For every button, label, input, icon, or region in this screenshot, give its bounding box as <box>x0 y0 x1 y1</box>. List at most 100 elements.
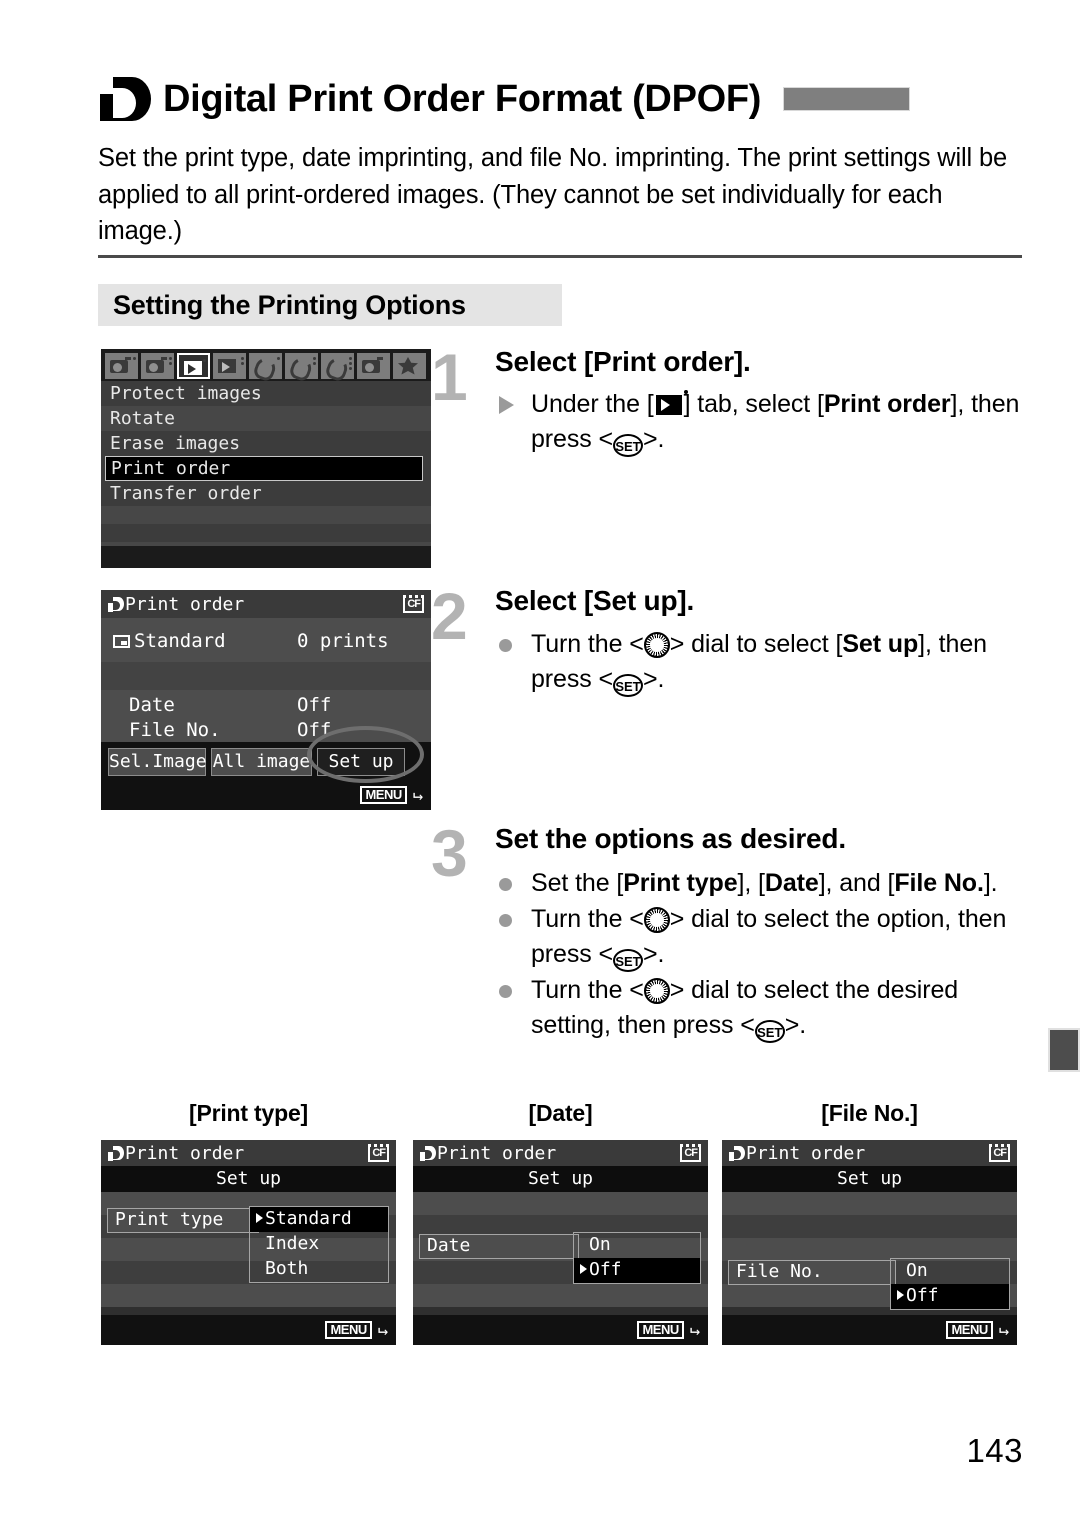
menu-item-list: Protect images Rotate Erase images Print or… <box>101 381 431 568</box>
body-text: ], [ <box>737 869 765 897</box>
menu-item-rotate[interactable]: Rotate <box>101 406 431 431</box>
wrench-icon <box>251 355 279 383</box>
back-arrow-icon: ↵ <box>377 1319 388 1340</box>
step-bullet: Turn the < > dial to select [Set up], the… <box>495 627 1020 697</box>
print-order-glyph-icon <box>97 75 153 123</box>
setup-option-on[interactable]: On <box>574 1233 700 1258</box>
section-heading: Setting the Printing Options <box>98 284 562 326</box>
print-order-body: Standard 0 prints Date Off File No. Off … <box>101 618 431 780</box>
tab-dots-icon <box>241 357 244 367</box>
menu-item-protect-images[interactable]: Protect images <box>101 381 431 406</box>
setup-option-label: Both <box>265 1258 309 1279</box>
my-menu-tab[interactable] <box>393 353 426 379</box>
date-row-value: Off <box>297 694 332 716</box>
menu-item-erase-images[interactable]: Erase images <box>101 431 431 456</box>
step-3-body: Set the [Print type], [Date], and [File … <box>495 866 1020 1044</box>
setup-row-band <box>722 1192 1017 1215</box>
dot-bullet-icon <box>499 914 512 927</box>
setup-1-tab[interactable] <box>249 353 282 383</box>
setup-option-label: Index <box>265 1233 320 1254</box>
print-order-glyph-icon <box>108 1145 124 1161</box>
body-text: Turn the < <box>531 630 644 658</box>
step-2-body: Turn the < > dial to select [Set up], the… <box>495 627 1020 698</box>
playback-2-tab[interactable] <box>213 353 246 379</box>
cf-card-icon: CF <box>368 1144 389 1162</box>
body-text: >. <box>642 665 665 693</box>
file-no-setup-screenshot: Print order CF Set up File No. On Off MENU ↵ <box>722 1140 1017 1345</box>
setup-row-band <box>722 1215 1017 1238</box>
setup-subtitle: Set up <box>101 1166 396 1192</box>
setup-option-both[interactable]: Both <box>250 1257 388 1282</box>
step-1-heading: Select [Print order]. <box>495 346 751 377</box>
shooting-1-tab[interactable] <box>105 353 138 379</box>
tab-dots-icon <box>203 359 206 364</box>
emphasized-text: Print type <box>623 869 738 897</box>
setup-selected-option-label[interactable]: Print type <box>107 1208 259 1233</box>
body-text: >. <box>642 940 665 968</box>
menu-item-transfer-order[interactable]: Transfer order <box>101 481 431 506</box>
setup-option-label: Off <box>589 1259 622 1280</box>
step-2-number: 2 <box>431 579 468 653</box>
body-text: ]. <box>983 869 998 897</box>
selection-pointer-icon <box>256 1213 263 1223</box>
tab-dots-icon <box>313 357 316 367</box>
set-button-icon: SET <box>754 1020 785 1043</box>
wrench-icon <box>287 355 315 383</box>
setup-option-on[interactable]: On <box>891 1259 1009 1284</box>
print-order-menu-bar: MENU ↵ <box>101 780 431 810</box>
setup-title-bar: Print order CF <box>101 1140 396 1166</box>
playback-1-tab[interactable] <box>177 353 210 379</box>
playback-tab-icon <box>655 390 688 415</box>
horizontal-divider <box>98 255 1022 258</box>
cf-card-icon: CF <box>989 1144 1010 1162</box>
page-header: Digital Print Order Format (DPOF) <box>97 68 1022 130</box>
menu-item-label: Protect images <box>110 383 262 404</box>
setup-3-tab[interactable] <box>321 353 354 383</box>
print-order-title: Print order <box>125 593 245 615</box>
set-button-icon: SET <box>612 434 643 457</box>
back-arrow-icon: ↵ <box>412 784 423 805</box>
all-image-button[interactable]: All image <box>211 748 312 776</box>
intro-paragraph: Set the print type, date imprinting, and… <box>98 144 1008 245</box>
body-text: ] tab, select [ <box>683 390 824 418</box>
camera-menu-screenshot: Protect images Rotate Erase images Print or… <box>101 349 431 568</box>
chapter-edge-tab <box>1048 1028 1080 1072</box>
menu-button-badge[interactable]: MENU <box>637 1321 684 1339</box>
setup-title: Print order <box>746 1142 866 1164</box>
print-order-glyph-icon <box>729 1145 745 1161</box>
setup-subtitle: Set up <box>722 1166 1017 1192</box>
menu-button-badge[interactable]: MENU <box>360 786 407 804</box>
body-text: Turn the < <box>531 905 644 933</box>
print-type-caption: [Print type] <box>189 1100 308 1126</box>
shooting-2-tab[interactable] <box>141 353 174 379</box>
setup-selected-option-label[interactable]: Date <box>419 1234 579 1259</box>
sel-image-button[interactable]: Sel.Image <box>108 748 207 776</box>
step-1-number: 1 <box>431 340 468 414</box>
emphasized-text: Set up <box>842 630 919 658</box>
setup-option-off[interactable]: Off <box>891 1284 1009 1309</box>
quick-control-dial-icon <box>643 978 670 1004</box>
custom-functions-tab[interactable] <box>357 353 390 379</box>
body-text: > dial to select [ <box>669 630 843 658</box>
star-icon <box>398 357 418 375</box>
quick-control-dial-icon <box>643 907 670 933</box>
dot-bullet-icon <box>499 878 512 891</box>
menu-button-badge[interactable]: MENU <box>325 1321 372 1339</box>
setup-menu-bar: MENU ↵ <box>101 1315 396 1345</box>
menu-item-print-order[interactable]: Print order <box>105 456 423 481</box>
setup-option-off[interactable]: Off <box>574 1258 700 1283</box>
page-title: Digital Print Order Format (DPOF) <box>163 78 762 120</box>
setup-2-tab[interactable] <box>285 353 318 383</box>
setup-option-index[interactable]: Index <box>250 1232 388 1257</box>
emphasized-text: Print order <box>823 390 951 418</box>
menu-button-badge[interactable]: MENU <box>946 1321 993 1339</box>
setup-option-standard[interactable]: Standard <box>250 1207 388 1232</box>
step-3-heading: Set the options as desired. <box>495 823 846 854</box>
spacer-band <box>101 662 431 690</box>
section-heading-label: Setting the Printing Options <box>113 289 466 320</box>
standard-row-value: 0 prints <box>297 630 389 652</box>
body-text: Turn the < <box>531 976 644 1004</box>
setup-option-label: On <box>589 1234 611 1255</box>
setup-selected-option-label[interactable]: File No. <box>728 1260 896 1285</box>
set-up-button[interactable]: Set up <box>317 748 405 776</box>
